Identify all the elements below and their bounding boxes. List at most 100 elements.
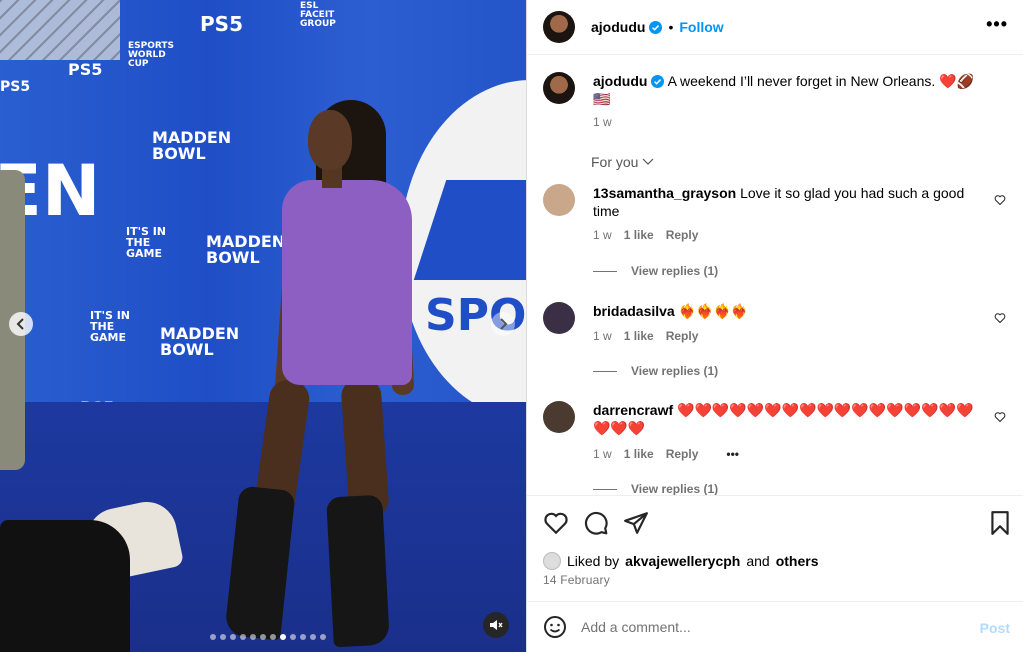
liked-by-others[interactable]: others [776,553,819,569]
comment-item: bridadasilva ❤️‍🔥❤️‍🔥❤️‍🔥❤️‍🔥 1 w 1 like… [543,302,1008,382]
its-in-the-game-logo-2: IT'S IN THE GAME [90,309,131,344]
comment-likes[interactable]: 1 like [624,228,654,242]
post-actions: Liked by akvajewellerycph and others 14 … [527,495,1023,601]
comment-time[interactable]: 1 w [593,228,612,242]
verified-badge-icon [649,20,663,34]
comment-reply-button[interactable]: Reply [666,228,699,242]
ps5-logo-3: PS5 [0,79,31,95]
comment-text: bridadasilva ❤️‍🔥❤️‍🔥❤️‍🔥❤️‍🔥 [593,302,978,320]
post-media[interactable]: PS5 ESL FACEIT GROUP ESPORTS WORLD CUP P… [0,0,526,652]
liked-by-user[interactable]: akvajewellerycph [625,553,740,569]
madden-bowl-logo: MADDEN BOWL [152,128,232,163]
figure-head [308,110,352,170]
commenter-username[interactable]: darrencrawf [593,402,673,418]
madden-bowl-logo-2: MADDEN BOWL [206,232,286,267]
emoji-icon[interactable] [543,615,567,639]
caption-username[interactable]: ajodudu [593,73,647,89]
comment-composer: Post [527,601,1023,652]
like-comment-heart-icon[interactable] [994,312,1006,324]
comment-text: darrencrawf ❤️❤️❤️❤️❤️❤️❤️❤️❤️❤️❤️❤️❤️❤️… [593,401,978,437]
esl-logo: ESL FACEIT GROUP [300,1,336,29]
comment-text: 13samantha_grayson Love it so glad you h… [593,184,978,220]
carousel-dot [290,634,296,640]
verified-badge-icon [651,75,665,88]
liker-avatar[interactable] [543,552,561,570]
madden-bowl-logo-3: MADDEN BOWL [160,324,240,359]
divider [593,488,617,490]
post-side-panel: ajodudu • Follow ••• ajodudu A weekend I… [526,0,1023,652]
comment-filter-label: For you [591,154,639,170]
liked-by-and: and [746,553,770,569]
comment-meta: 1 w 1 like Reply [593,228,698,242]
its-in-the-game-logo: IT'S IN THE GAME [126,225,167,260]
caption-meta: 1 w [593,115,612,129]
like-heart-icon[interactable] [543,510,569,536]
author-username[interactable]: ajodudu [591,19,645,35]
commenter-username[interactable]: 13samantha_grayson [593,185,736,201]
author-avatar[interactable] [543,11,575,43]
comment-body: ❤️‍🔥❤️‍🔥❤️‍🔥❤️‍🔥 [678,303,749,319]
liked-by-prefix: Liked by [567,553,620,569]
comment-bubble-icon[interactable] [583,510,609,536]
carousel-dot [310,634,316,640]
commenter-avatar[interactable] [543,401,575,433]
caption: ajodudu A weekend I’ll never forget in N… [543,72,1008,132]
comment-filter-dropdown[interactable]: For you [591,154,654,170]
carousel-dot [220,634,226,640]
figure-dress [282,180,412,385]
caption-body-flag: 🇺🇸 [593,91,611,107]
commenter-avatar[interactable] [543,184,575,216]
camera [0,520,130,652]
caption-avatar[interactable] [543,72,575,104]
mute-button[interactable] [483,612,509,638]
comment-meta: 1 w 1 like Reply ••• [593,447,739,461]
ps5-logo: PS5 [200,12,243,36]
more-options-button[interactable]: ••• [986,14,1008,35]
share-paper-plane-icon[interactable] [623,510,649,536]
carousel-dot [230,634,236,640]
comments-list[interactable]: ajodudu A weekend I’ll never forget in N… [527,55,1023,495]
carousel-dot [270,634,276,640]
view-replies-label: View replies (1) [631,264,719,278]
carousel-dot [260,634,266,640]
chevron-left-icon [16,318,24,330]
comment-likes[interactable]: 1 like [624,329,654,343]
esports-logo: ESPORTS WORLD CUP [128,41,175,69]
carousel-dot [300,634,306,640]
save-bookmark-icon[interactable] [987,510,1013,536]
comment-item: 13samantha_grayson Love it so glad you h… [543,184,1008,278]
comment-time[interactable]: 1 w [593,329,612,343]
caption-text: ajodudu A weekend I’ll never forget in N… [593,72,978,108]
divider [593,270,617,272]
caption-body: A weekend I’ll never forget in New Orlea… [667,73,975,89]
commenter-username[interactable]: bridadasilva [593,303,675,319]
view-replies-button[interactable]: View replies (1) [593,482,718,495]
like-comment-heart-icon[interactable] [994,411,1006,423]
comment-more-button[interactable]: ••• [726,447,739,461]
ps5-logo-2: PS5 [68,60,103,79]
carousel-prev-button[interactable] [9,312,33,336]
divider [593,370,617,372]
caption-time[interactable]: 1 w [593,115,612,129]
comment-reply-button[interactable]: Reply [666,329,699,343]
comment-item: darrencrawf ❤️❤️❤️❤️❤️❤️❤️❤️❤️❤️❤️❤️❤️❤️… [543,401,1008,495]
carousel-dot [240,634,246,640]
post-date[interactable]: 14 February [543,573,610,587]
carousel-dot [210,634,216,640]
comment-time[interactable]: 1 w [593,447,612,461]
carousel-indicator [0,634,526,640]
comment-reply-button[interactable]: Reply [666,447,699,461]
post-header: ajodudu • Follow ••• [527,0,1023,55]
view-replies-button[interactable]: View replies (1) [593,364,718,378]
liked-by: Liked by akvajewellerycph and others [543,552,819,570]
commenter-avatar[interactable] [543,302,575,334]
like-comment-heart-icon[interactable] [994,194,1006,206]
follow-button[interactable]: Follow [679,19,723,35]
figure-boot [326,494,390,648]
comment-input[interactable] [581,619,961,635]
carousel-next-button[interactable] [491,312,515,336]
post-comment-button[interactable]: Post [980,620,1010,636]
comment-likes[interactable]: 1 like [624,447,654,461]
view-replies-label: View replies (1) [631,482,719,495]
view-replies-button[interactable]: View replies (1) [593,264,718,278]
